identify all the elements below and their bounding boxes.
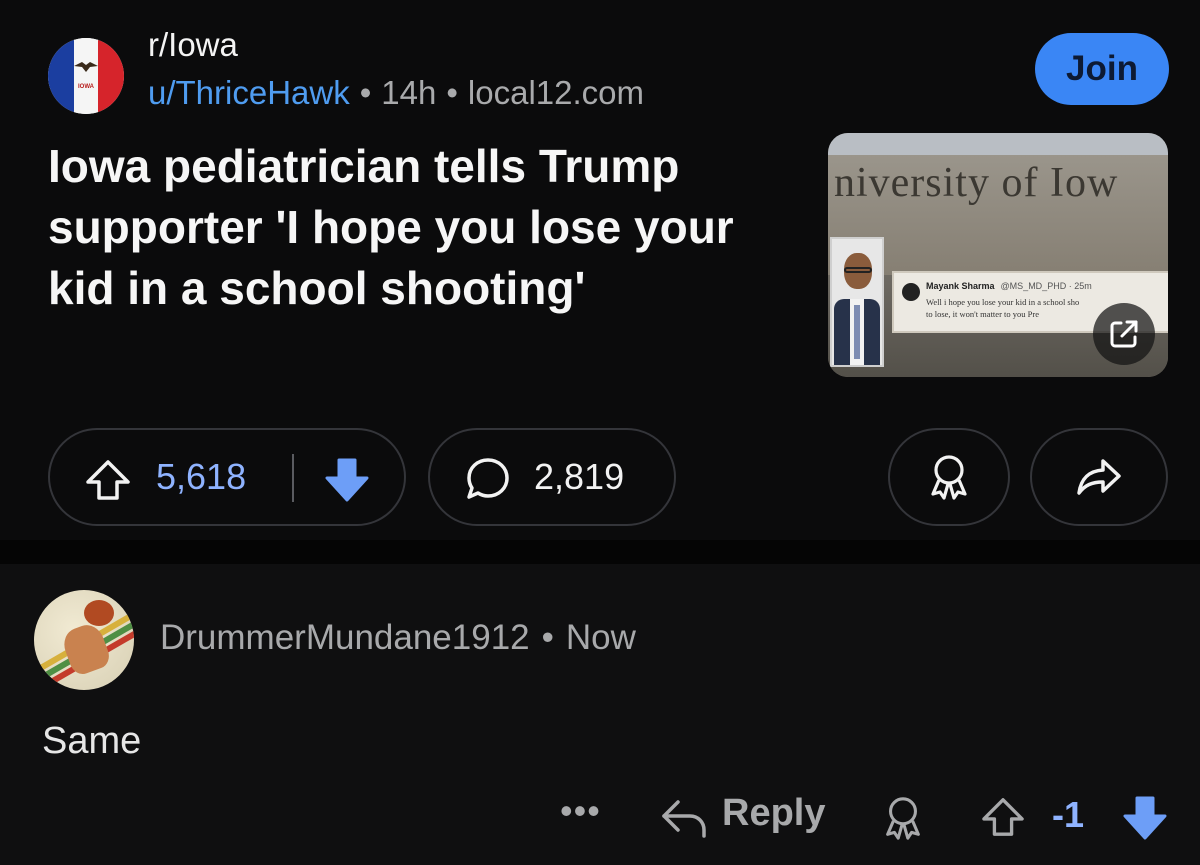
downvote-icon[interactable]: [1120, 792, 1170, 842]
post-title[interactable]: Iowa pediatrician tells Trump supporter …: [48, 136, 808, 319]
award-icon[interactable]: [880, 794, 926, 842]
thumbnail-sky: [828, 133, 1168, 155]
post-age: 14h: [381, 74, 437, 111]
commenter-avatar[interactable]: [34, 590, 134, 690]
comment-score: -1: [1052, 794, 1085, 835]
eagle-icon: [74, 62, 98, 72]
award-icon: [931, 455, 967, 500]
thumbnail-portrait: [830, 237, 884, 367]
reply-button[interactable]: Reply: [722, 792, 825, 835]
flag-white-stripe: [74, 38, 98, 114]
separator-dot: •: [359, 74, 372, 111]
post-author[interactable]: u/ThriceHawk: [148, 74, 350, 111]
tweet-avatar: [902, 283, 920, 301]
post-domain[interactable]: local12.com: [468, 74, 644, 111]
reply-icon[interactable]: [660, 796, 708, 840]
subreddit-avatar[interactable]: IOWA: [48, 38, 124, 114]
tweet-name: Mayank Sharma: [926, 281, 995, 291]
comment-count: 2,819: [534, 456, 625, 497]
separator-dot: •: [541, 618, 554, 657]
flag-text: IOWA: [78, 84, 94, 90]
comment-age: Now: [565, 618, 636, 657]
comment-meta: DrummerMundane1912 • Now: [160, 618, 636, 658]
subreddit-name[interactable]: r/Iowa: [148, 26, 238, 64]
external-link-button[interactable]: [1093, 303, 1155, 365]
portrait-glasses: [844, 267, 872, 273]
flag-blue-stripe: [48, 38, 74, 114]
share-button[interactable]: [1030, 428, 1168, 526]
tweet-line-2: to lose, it won't matter to you Pre: [926, 309, 1039, 319]
tweet-header: Mayank Sharma @MS_MD_PHD · 25m: [926, 281, 1092, 291]
share-icon: [1077, 459, 1121, 495]
flag-red-stripe: [98, 38, 124, 114]
comments-pill[interactable]: 2,819: [428, 428, 676, 526]
portrait-tie: [854, 305, 860, 359]
post-thumbnail[interactable]: niversity of Iow Mayank Sharma @MS_MD_PHD…: [828, 133, 1168, 377]
join-button[interactable]: Join: [1035, 33, 1169, 105]
tweet-handle: @MS_MD_PHD · 25m: [1000, 281, 1092, 291]
section-divider: [0, 540, 1200, 564]
upvote-icon[interactable]: [84, 458, 132, 502]
award-button[interactable]: [888, 428, 1010, 526]
thumbnail-sign: niversity of Iow: [834, 160, 1119, 206]
vote-pill: 5,618: [48, 428, 406, 526]
avatar-hair: [84, 600, 114, 626]
vote-separator: [292, 454, 294, 502]
upvote-icon[interactable]: [980, 796, 1026, 838]
separator-dot: •: [446, 74, 458, 111]
tweet-line-1: Well i hope you lose your kid in a schoo…: [926, 297, 1080, 307]
comment-icon: [467, 458, 509, 499]
more-options-button[interactable]: •••: [560, 790, 601, 832]
upvote-count: 5,618: [156, 456, 247, 497]
post-meta: u/ThriceHawk • 14h • local12.com: [148, 74, 644, 112]
external-link-icon: [1110, 320, 1138, 348]
comment-body: Same: [42, 720, 142, 762]
downvote-icon[interactable]: [322, 454, 372, 504]
comment-author[interactable]: DrummerMundane1912: [160, 618, 530, 657]
